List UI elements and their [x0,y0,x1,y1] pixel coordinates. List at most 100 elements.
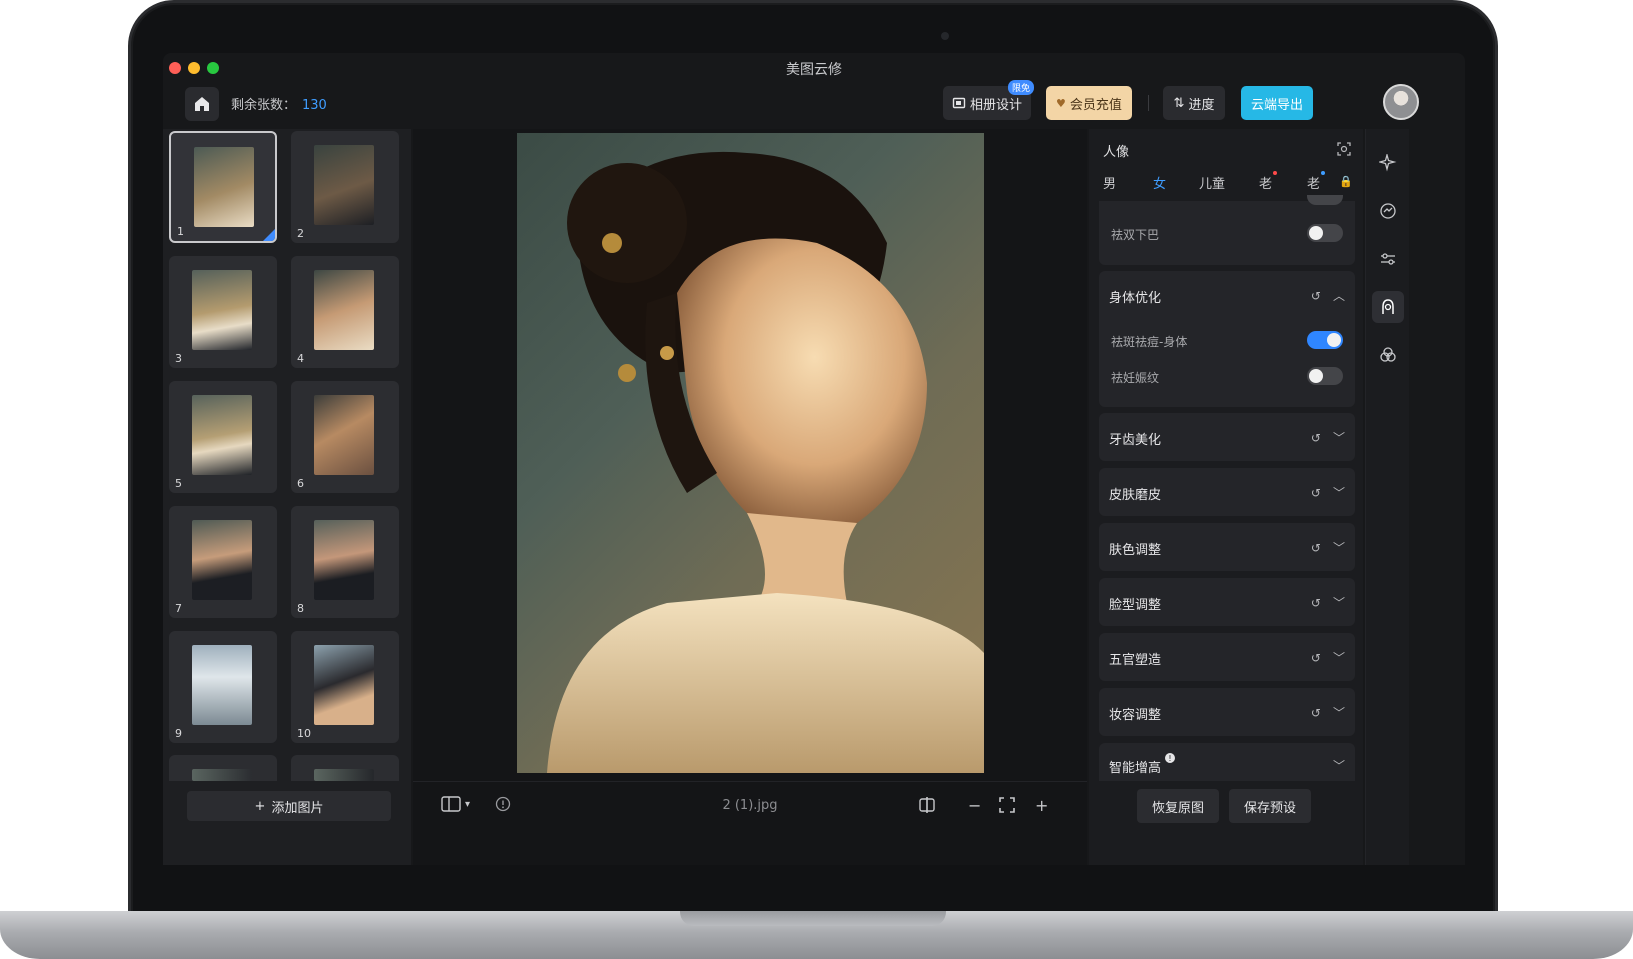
toggle-partial[interactable] [1307,195,1343,205]
thumbnail-image [192,395,252,475]
reset-icon[interactable]: ↺ [1311,596,1321,610]
main-photo [517,133,984,773]
double-chin-toggle[interactable] [1307,224,1343,242]
tab-male[interactable]: 男 [1103,173,1116,192]
section-height[interactable]: 智能增高 ! ﹀ [1099,743,1355,781]
compare-button[interactable] [918,796,936,818]
section-features[interactable]: 五官塑造 ↺ ﹀ [1099,633,1355,681]
thumbnail-item[interactable]: 1 [169,131,277,243]
rail-adjust[interactable] [1372,243,1404,275]
home-icon [195,97,209,111]
chevron-down-icon[interactable]: ﹀ [1333,429,1345,446]
app-title: 美图云修 [786,62,842,78]
restore-label: 恢复原图 [1151,800,1204,816]
rail-filters[interactable] [1372,339,1404,371]
app-window: 美图云修 剩余张数： 130 相册设计 限免 ♥ 会员充值 ⇅ 进度 云端导出 [163,53,1465,865]
reset-icon[interactable]: ↺ [1311,431,1321,445]
chevron-down-icon[interactable]: ﹀ [1333,484,1345,501]
file-name: 2 (1).jpg [722,798,778,813]
section-title-wrap: 智能增高 ! [1109,753,1176,776]
tab-elder-1-label: 老 [1259,177,1273,192]
tab-child[interactable]: 儿童 [1199,173,1225,192]
thumbnail-image [314,145,374,225]
chevron-down-icon[interactable]: ﹀ [1333,594,1345,611]
tab-elder-2[interactable]: 老 [1307,171,1326,192]
section-title: 智能增高 [1109,761,1162,776]
fit-screen-button[interactable] [998,796,1016,818]
thumbnail-index: 7 [175,602,182,615]
zoom-out-button[interactable]: − [968,796,981,815]
cloud-export-label: 云端导出 [1250,97,1303,113]
lock-icon: 🔒 [1339,175,1353,188]
section-makeup[interactable]: 妆容调整 ↺ ﹀ [1099,688,1355,736]
red-dot-badge [1273,171,1278,175]
zoom-in-button[interactable]: + [1035,796,1048,815]
reset-icon[interactable]: ↺ [1311,486,1321,500]
rail-magic[interactable] [1372,147,1404,179]
thumbnail-item-partial[interactable] [169,755,277,781]
remaining-label: 剩余张数： [231,98,297,113]
section-skin-smooth[interactable]: 皮肤磨皮 ↺ ﹀ [1099,468,1355,516]
chevron-down-icon[interactable]: ﹀ [1333,649,1345,666]
reset-icon[interactable]: ↺ [1311,706,1321,720]
chevron-down-icon[interactable]: ﹀ [1333,539,1345,556]
thumbnail-item[interactable]: 7 [169,506,277,618]
member-recharge-button[interactable]: ♥ 会员充值 [1046,86,1132,120]
album-design-button[interactable]: 相册设计 限免 [943,80,1034,120]
progress-button[interactable]: ⇅ 进度 [1163,86,1225,120]
chevron-down-icon[interactable]: ﹀ [1333,704,1345,721]
thumbnail-item-partial[interactable] [291,755,399,781]
cloud-export-button[interactable]: 云端导出 [1241,86,1313,120]
face-detect-button[interactable] [1337,141,1351,160]
remaining-count: 剩余张数： 130 [231,94,327,113]
section-title: 皮肤磨皮 [1109,488,1162,503]
album-icon [952,97,966,109]
thumbnail-item[interactable]: 9 [169,631,277,743]
chevron-down-icon[interactable]: ﹀ [1333,757,1345,774]
thumbnail-item[interactable]: 10 [291,631,399,743]
reset-icon[interactable]: ↺ [1311,541,1321,555]
rail-portrait[interactable] [1372,291,1404,323]
sort-arrows-icon: ⇅ [1173,95,1185,111]
home-button[interactable] [185,87,219,121]
chevron-up-icon[interactable]: ︿ [1333,287,1345,304]
thumbnail-item[interactable]: 6 [291,381,399,493]
section-skin-tone[interactable]: 肤色调整 ↺ ﹀ [1099,523,1355,571]
user-avatar[interactable] [1383,84,1419,120]
tab-female[interactable]: 女 [1153,173,1166,192]
reset-icon[interactable]: ↺ [1311,289,1321,303]
body-blemish-toggle[interactable] [1307,331,1343,349]
thumbnail-index: 3 [175,352,182,365]
limited-free-badge: 限免 [1007,80,1034,95]
rail-color[interactable] [1372,195,1404,227]
stretch-mark-label: 祛妊娠纹 [1111,371,1160,385]
save-preset-button[interactable]: 保存预设 [1229,789,1311,823]
restore-original-button[interactable]: 恢复原图 [1137,789,1219,823]
thumbnail-item[interactable]: 2 [291,131,399,243]
reset-icon[interactable]: ↺ [1311,651,1321,665]
section-face-shape[interactable]: 脸型调整 ↺ ﹀ [1099,578,1355,626]
blue-dot-badge [1321,171,1326,175]
stretch-mark-toggle[interactable] [1307,367,1343,385]
thumbnail-item[interactable]: 4 [291,256,399,368]
section-title: 身体优化 [1109,291,1162,306]
image-canvas[interactable]: ▾ 2 (1).jpg − + [413,129,1087,865]
thumbnail-item[interactable]: 8 [291,506,399,618]
panel-footer: 恢复原图 保存预设 [1089,781,1363,831]
body-blemish-label: 祛斑祛痘-身体 [1111,335,1188,349]
section-controls: ↺ ﹀ [1311,594,1345,611]
thumbnail-index: 2 [297,227,304,240]
section-controls: ↺ ︿ [1311,287,1345,304]
thumbnail-index: 9 [175,727,182,740]
heart-icon: ♥ [1056,96,1066,110]
adjustment-panel: 人像 男 女 儿童 老 老 🔒 祛双下巴 身体优化 ↺ ︿ 祛斑祛痘-身体 祛妊娠… [1089,129,1363,865]
section-teeth[interactable]: 牙齿美化 ↺ ﹀ [1099,413,1355,461]
thumbnail-item[interactable]: 5 [169,381,277,493]
thumbnail-index: 8 [297,602,304,615]
toggle-knob [1327,333,1341,347]
add-image-button[interactable]: + 添加图片 [187,791,391,821]
info-icon: ! [1165,753,1176,763]
thumbnail-item[interactable]: 3 [169,256,277,368]
tab-elder-1[interactable]: 老 [1259,171,1278,192]
double-chin-label: 祛双下巴 [1111,228,1160,242]
